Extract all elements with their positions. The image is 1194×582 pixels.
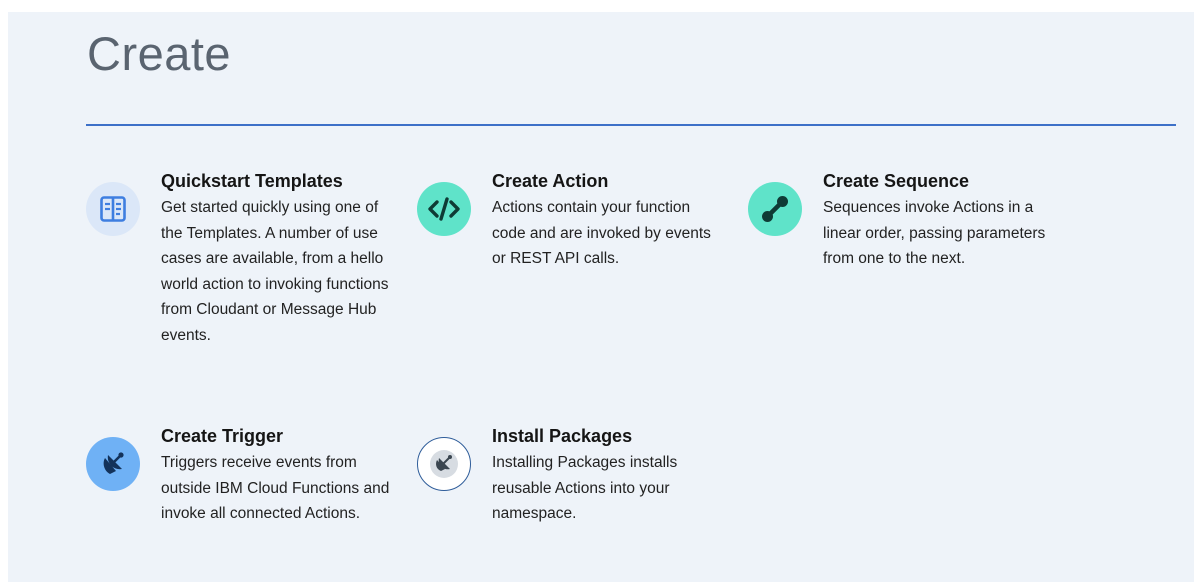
- card-description: Installing Packages installs reusable Ac…: [492, 454, 678, 522]
- card-text: Quickstart Templates Get started quickly…: [161, 170, 391, 348]
- card-title[interactable]: Quickstart Templates: [161, 170, 391, 192]
- card-text: Create Action Actions contain your funct…: [492, 170, 722, 272]
- page-title: Create: [87, 27, 232, 80]
- sequence-icon[interactable]: [748, 182, 802, 236]
- satellite-dish-icon[interactable]: [86, 437, 140, 491]
- templates-icon[interactable]: [86, 182, 140, 236]
- card-title[interactable]: Create Trigger: [161, 425, 391, 447]
- card-text: Install Packages Installing Packages ins…: [492, 425, 722, 527]
- card-title[interactable]: Create Action: [492, 170, 722, 192]
- card-description: Triggers receive events from outside IBM…: [161, 454, 390, 522]
- card-title[interactable]: Install Packages: [492, 425, 722, 447]
- create-panel: Create Quickstart Templates Get started …: [8, 12, 1194, 582]
- code-icon[interactable]: [417, 182, 471, 236]
- package-icon[interactable]: [417, 437, 471, 491]
- title-divider: [86, 124, 1176, 126]
- card-description: Actions contain your function code and a…: [492, 199, 711, 267]
- card-description: Sequences invoke Actions in a linear ord…: [823, 199, 1046, 267]
- card-description: Get started quickly using one of the Tem…: [161, 199, 389, 344]
- card-text: Create Trigger Triggers receive events f…: [161, 425, 391, 527]
- card-title[interactable]: Create Sequence: [823, 170, 1053, 192]
- card-text: Create Sequence Sequences invoke Actions…: [823, 170, 1053, 272]
